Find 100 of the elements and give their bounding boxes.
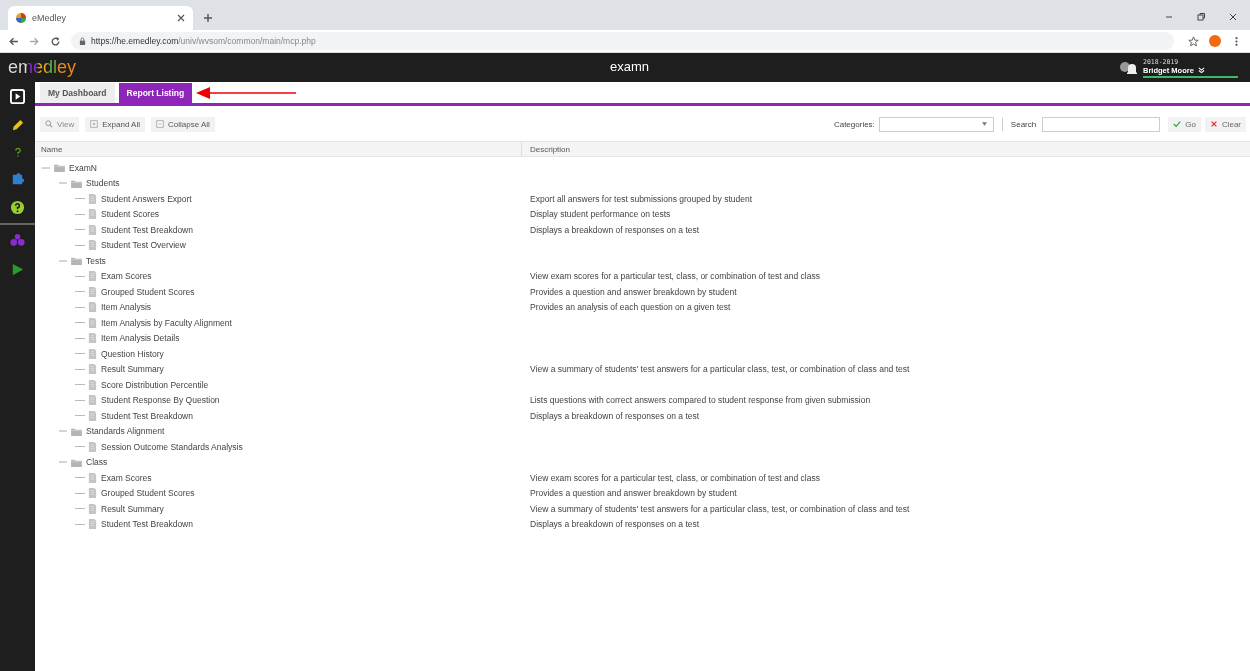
collapse-all-button[interactable]: Collapse All xyxy=(151,116,215,132)
report-description: Lists questions with correct answers compared to student response from given submission xyxy=(530,395,871,406)
tree-item[interactable]: Student Test Breakdown xyxy=(101,519,193,530)
search-field[interactable] xyxy=(1042,116,1161,132)
tree-folder[interactable]: ExamN xyxy=(69,162,97,173)
tree-item[interactable]: Student Test Breakdown xyxy=(101,410,193,421)
profile-avatar[interactable] xyxy=(1209,35,1221,47)
report-description: Provides a question and answer breakdown by student xyxy=(530,488,737,499)
document-icon xyxy=(88,333,97,344)
reload-icon[interactable] xyxy=(50,35,61,47)
tree-item[interactable]: Result Summary xyxy=(101,364,164,375)
pencil-icon[interactable] xyxy=(10,118,25,133)
document-icon xyxy=(88,240,97,251)
tree-item[interactable]: Result Summary xyxy=(101,503,164,514)
tree-item[interactable]: Student Test Breakdown xyxy=(101,224,193,235)
expand-all-button[interactable]: Expand All xyxy=(85,116,145,132)
double-chevron-icon xyxy=(1197,66,1205,74)
categories-label: Categories: xyxy=(833,119,875,129)
document-icon xyxy=(88,271,97,282)
folder-icon xyxy=(71,426,82,436)
close-icon[interactable] xyxy=(1228,12,1238,22)
tree-folder[interactable]: Students xyxy=(86,178,120,189)
report-description: View exam scores for a particular test, class, or combination of test and class xyxy=(530,271,820,282)
report-description: Displays a breakdown of responses on a test xyxy=(530,224,700,235)
tree-item[interactable]: Score Distribution Percentile xyxy=(101,379,209,390)
puzzle-icon[interactable] xyxy=(10,171,25,186)
tab-title: eMedley xyxy=(32,13,68,23)
folder-icon xyxy=(71,256,82,266)
tree-item[interactable]: Exam Scores xyxy=(101,472,152,483)
document-icon xyxy=(88,488,97,499)
document-icon xyxy=(88,286,97,297)
check-icon xyxy=(1173,120,1182,128)
address-bar[interactable]: https://he.emedley.com/univ/wvsom/common/main/mcp.php xyxy=(71,32,1174,50)
product-name: examn xyxy=(610,59,650,74)
close-icon[interactable] xyxy=(177,14,185,22)
document-icon xyxy=(88,209,97,220)
tree-item[interactable]: Session Outcome Standards Analysis xyxy=(101,441,243,452)
report-description: Provides an analysis of each question on a given test xyxy=(530,302,731,313)
clear-button[interactable]: Clear xyxy=(1204,116,1246,132)
question-mark-icon[interactable] xyxy=(12,147,23,157)
tree-item[interactable]: Item Analysis Details xyxy=(101,333,180,344)
star-icon[interactable] xyxy=(1188,35,1199,47)
play-icon[interactable] xyxy=(10,262,25,277)
document-icon xyxy=(88,317,97,328)
tree-folder[interactable]: Standards Alignment xyxy=(86,426,165,437)
report-description: Display student performance on tests xyxy=(530,209,671,220)
report-description: Provides a question and answer breakdown by student xyxy=(530,286,737,297)
document-icon xyxy=(88,472,97,483)
tree-item[interactable]: Grouped Student Scores xyxy=(101,286,195,297)
search-icon xyxy=(45,120,53,128)
go-button[interactable]: Go xyxy=(1168,116,1201,132)
app-logo[interactable]: emedley xyxy=(8,57,77,78)
tree-item[interactable]: Question History xyxy=(101,348,164,359)
document-icon xyxy=(88,364,97,375)
report-description: Displays a breakdown of responses on a test xyxy=(530,519,700,530)
tree-item[interactable]: Student Scores xyxy=(101,209,160,220)
tree-item[interactable]: Student Answers Export xyxy=(101,193,192,204)
document-icon xyxy=(88,519,97,530)
tree-item[interactable]: Student Response By Question xyxy=(101,395,220,406)
document-icon xyxy=(88,302,97,313)
browser-tab[interactable]: eMedley xyxy=(8,6,193,30)
report-description: View a summary of students' test answers for a particular class, test, or combination of class and test xyxy=(530,503,910,514)
tree-folder[interactable]: Tests xyxy=(86,255,106,266)
report-description: Displays a breakdown of responses on a test xyxy=(530,410,700,421)
tree-folder[interactable]: Class xyxy=(86,457,108,468)
tree-item[interactable]: Item Analysis xyxy=(101,302,152,313)
help-icon[interactable] xyxy=(10,200,25,215)
document-icon xyxy=(88,410,97,421)
column-header[interactable]: Name xyxy=(35,142,522,156)
tree-item[interactable]: Grouped Student Scores xyxy=(101,488,195,499)
document-icon xyxy=(88,193,97,204)
tree-item[interactable]: Student Test Overview xyxy=(101,240,186,251)
column-header[interactable]: Description xyxy=(522,142,1250,156)
tab[interactable]: My Dashboard xyxy=(40,83,115,103)
report-description: View a summary of students' test answers for a particular class, test, or combination of class and test xyxy=(530,364,910,375)
restore-icon[interactable] xyxy=(1196,12,1206,22)
folder-icon xyxy=(54,163,65,173)
tree-item[interactable]: Item Analysis by Faculty Alignment xyxy=(101,317,232,328)
folder-icon xyxy=(71,457,82,467)
play-box-icon[interactable] xyxy=(10,89,25,104)
minus-square-icon xyxy=(156,120,164,128)
search-label: Search xyxy=(1010,119,1037,129)
colorful-circle-icon xyxy=(16,13,26,23)
folder-icon xyxy=(71,178,82,188)
lock-icon xyxy=(79,36,86,46)
tree-item[interactable]: Exam Scores xyxy=(101,271,152,282)
document-icon xyxy=(88,441,97,452)
document-icon xyxy=(88,503,97,514)
close-icon xyxy=(1209,120,1218,128)
plus-icon[interactable] xyxy=(203,13,213,23)
caret-icon xyxy=(981,122,987,126)
document-icon xyxy=(88,395,97,406)
back-arrow-icon[interactable] xyxy=(8,35,19,47)
people-icon[interactable] xyxy=(10,233,25,248)
url-text: https://he.emedley.com/univ/wvsom/common/main/mcp.php xyxy=(91,36,316,46)
plus-square-icon xyxy=(90,120,99,128)
bell-icon[interactable] xyxy=(1119,60,1137,75)
report-description: View exam scores for a particular test, class, or combination of test and class xyxy=(530,472,820,483)
document-icon xyxy=(88,224,97,235)
tab[interactable]: Report Listing xyxy=(118,83,193,103)
